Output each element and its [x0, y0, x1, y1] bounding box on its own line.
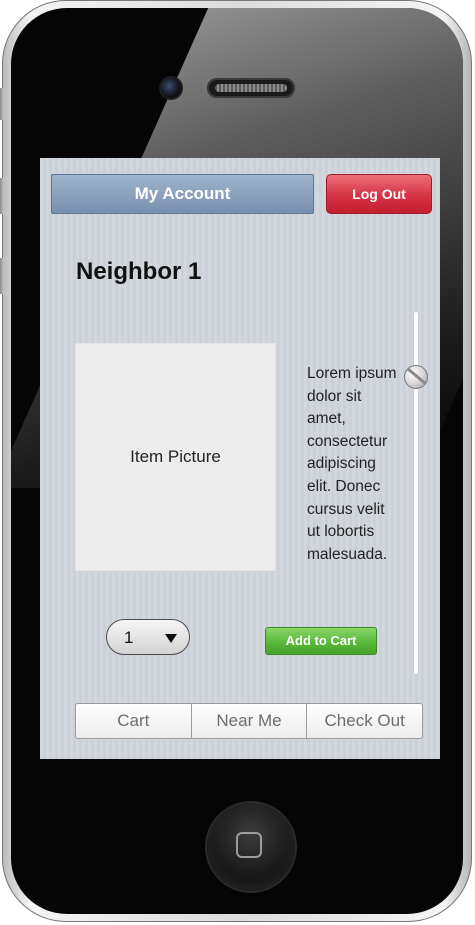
item-picture: Item Picture	[75, 343, 276, 571]
tab-check-out[interactable]: Check Out	[307, 704, 422, 738]
item-picture-label: Item Picture	[130, 447, 221, 466]
bottom-tab-bar: Cart Near Me Check Out	[75, 703, 423, 739]
volume-down-button	[0, 258, 4, 294]
neighbor-title: Neighbor 1	[76, 258, 202, 285]
tab-near-me[interactable]: Near Me	[192, 704, 308, 738]
home-square-icon	[236, 832, 262, 858]
my-account-button[interactable]: My Account	[51, 174, 314, 214]
item-description: Lorem ipsum dolor sit amet, consectetur …	[307, 365, 397, 563]
dropdown-arrow-icon	[165, 634, 177, 643]
quantity-select[interactable]: 1	[106, 619, 190, 655]
quantity-value: 1	[124, 628, 134, 647]
phone-mockup: My Account Log Out Neighbor 1 Item Pictu…	[0, 0, 475, 925]
mute-switch	[0, 88, 4, 120]
earpiece-speaker	[207, 78, 295, 98]
log-out-button[interactable]: Log Out	[326, 174, 432, 214]
volume-up-button	[0, 178, 4, 214]
app-screen: My Account Log Out Neighbor 1 Item Pictu…	[40, 158, 440, 759]
home-button[interactable]	[207, 803, 295, 891]
tab-cart[interactable]: Cart	[76, 704, 192, 738]
scrollbar-thumb[interactable]	[404, 365, 428, 390]
front-camera	[161, 78, 181, 98]
add-to-cart-button[interactable]: Add to Cart	[265, 627, 377, 655]
